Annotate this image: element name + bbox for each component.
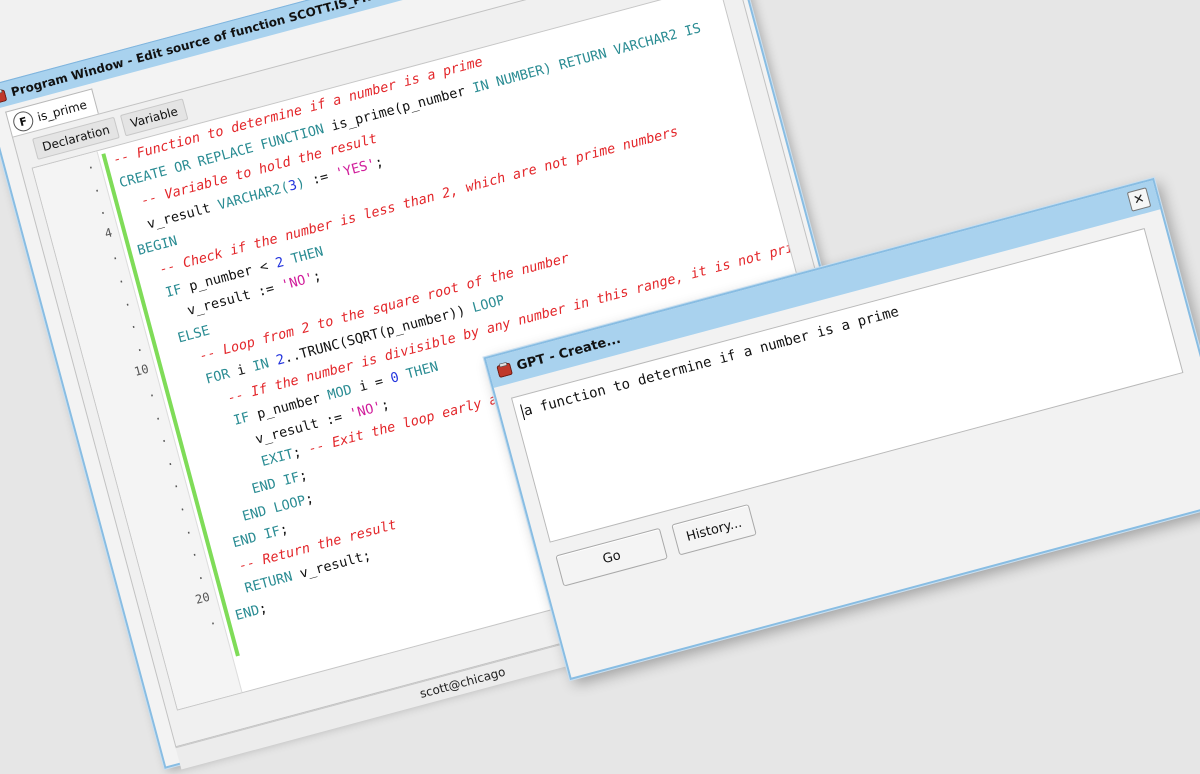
code-token-str: 'NO' [279,270,316,294]
code-token-plain: i = [357,371,393,396]
code-token-kw: LOOP [470,292,507,317]
history-button[interactable]: History... [671,503,757,556]
code-token-str: 'NO' [347,398,384,423]
code-token-plain: := [302,166,338,191]
code-token-kw: MOD [325,379,362,404]
app-icon [0,88,7,104]
function-icon: F [11,109,36,134]
app-icon [496,361,513,378]
code-token-kw: ELSE [175,322,212,347]
code-token-kw: EXIT [259,446,296,471]
close-icon[interactable]: ✕ [1126,187,1152,212]
code-token-kw: FOR [203,363,240,388]
desktop: < > Program Window - Edit source of func… [0,0,1200,770]
